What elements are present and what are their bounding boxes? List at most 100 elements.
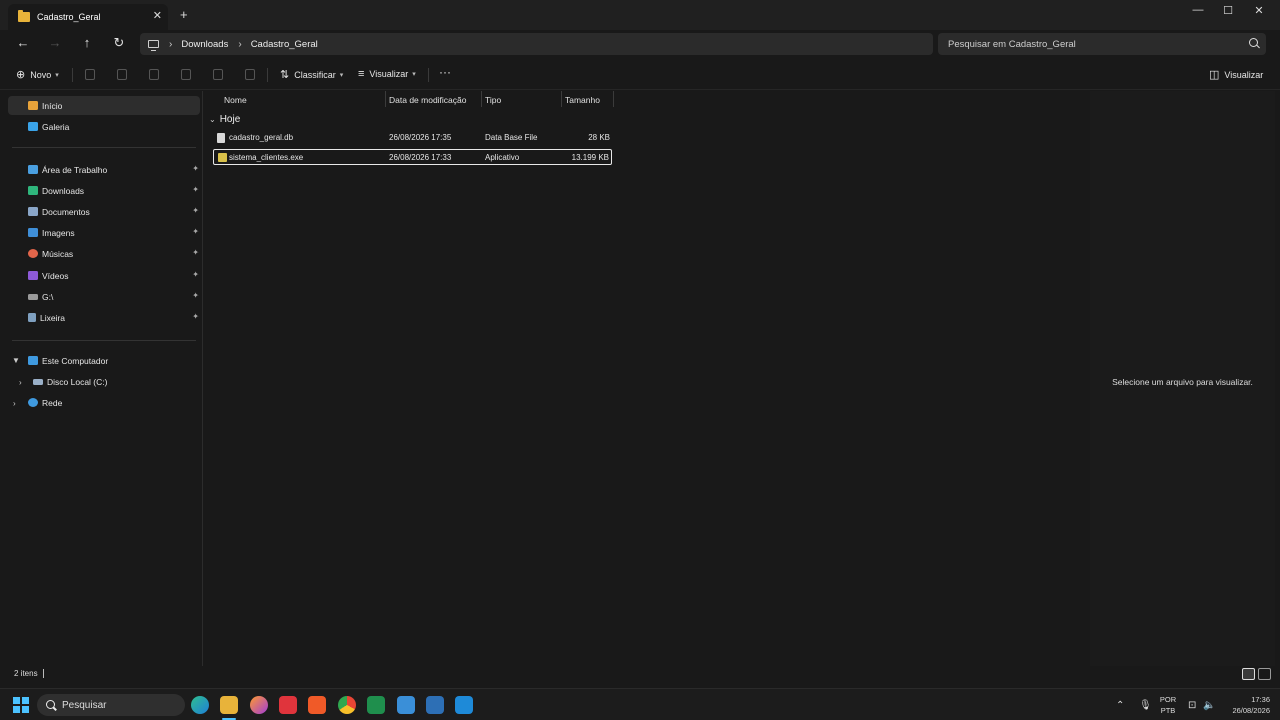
table-row[interactable]: sistema_clientes.exe 26/08/2026 17:33 Ap…	[213, 149, 612, 165]
forward-button[interactable]: →	[45, 35, 65, 50]
breadcrumb-separator-icon: ›	[238, 38, 242, 50]
sidebar-item-este-computador[interactable]: Este Computador	[8, 351, 200, 370]
sort-icon: ⇅	[280, 69, 290, 81]
sidebar-divider	[12, 340, 196, 341]
search-input[interactable]: Pesquisar em Cadastro_Geral	[938, 33, 1266, 55]
local-disk-icon	[33, 378, 43, 385]
vscode-icon[interactable]	[455, 696, 473, 714]
sidebar-item-label: Downloads	[42, 185, 85, 196]
breadcrumb-cadastro-geral[interactable]: Cadastro_Geral	[251, 39, 318, 50]
clock-time[interactable]: 17:36	[1222, 695, 1270, 704]
divider	[428, 68, 429, 82]
search-icon	[1249, 38, 1258, 47]
rename-icon[interactable]	[181, 69, 191, 80]
refresh-button[interactable]: ↻	[109, 35, 129, 51]
network-icon	[28, 398, 38, 407]
details-view-icon[interactable]	[1242, 668, 1255, 680]
item-count: 2 itens	[14, 669, 38, 678]
file-explorer-icon[interactable]	[220, 696, 238, 714]
view-lines-icon: ≡	[358, 68, 365, 80]
firefox-icon[interactable]	[250, 696, 268, 714]
share-icon[interactable]	[213, 69, 223, 80]
view-button[interactable]: ≡ Visualizar ▾	[358, 68, 416, 80]
title-bar: Cadastro_Geral ✕ + — ☐ ✕	[0, 0, 1280, 30]
column-divider[interactable]	[385, 91, 386, 107]
sidebar-item-area-de-trabalho[interactable]: Área de Trabalho ✦	[8, 160, 200, 179]
address-bar[interactable]: › Downloads › Cadastro_Geral	[140, 33, 933, 55]
language-bottom[interactable]: PTB	[1156, 706, 1180, 715]
gallery-icon	[28, 122, 38, 131]
preview-pane-label: Visualizar	[1224, 69, 1264, 80]
pin-icon: ✦	[192, 227, 199, 236]
taskbar-search-label: Pesquisar	[62, 699, 107, 711]
powershell-icon[interactable]	[426, 696, 444, 714]
vivaldi-icon[interactable]	[279, 696, 297, 714]
divider	[72, 68, 73, 82]
downloads-icon	[28, 186, 38, 195]
navigation-pane: Início Galeria Área de Trabalho ✦ Downlo…	[0, 91, 203, 666]
taskbar-search[interactable]: Pesquisar	[37, 694, 185, 716]
pictures-icon	[28, 228, 38, 237]
column-header-data[interactable]: Data de modificação	[389, 95, 467, 105]
brave-icon[interactable]	[308, 696, 326, 714]
chevron-up-icon[interactable]: ⌃	[1116, 700, 1124, 711]
start-button[interactable]	[13, 697, 29, 713]
column-divider[interactable]	[613, 91, 614, 107]
sidebar-item-imagens[interactable]: Imagens ✦	[8, 223, 200, 242]
more-options-button[interactable]: ···	[439, 65, 451, 79]
sidebar-item-rede[interactable]: Rede	[8, 393, 200, 412]
new-button[interactable]: ⊕ Novo ▾	[16, 68, 59, 81]
up-button[interactable]: ↑	[77, 35, 97, 50]
new-tab-button[interactable]: +	[180, 7, 188, 22]
sidebar-item-videos[interactable]: Vídeos ✦	[8, 266, 200, 285]
monitor-icon	[148, 40, 159, 51]
preview-message: Selecione um arquivo para visualizar.	[1112, 377, 1253, 387]
sidebar-item-lixeira[interactable]: Lixeira ✦	[8, 308, 200, 327]
column-header-tamanho[interactable]: Tamanho	[565, 95, 600, 105]
notepad-icon[interactable]	[397, 696, 415, 714]
tab-close-button[interactable]: ✕	[153, 9, 162, 22]
sidebar-item-galeria[interactable]: Galeria	[8, 117, 200, 136]
network-status-icon[interactable]: ⊡	[1188, 700, 1196, 711]
tab-cadastro-geral[interactable]: Cadastro_Geral ✕	[8, 4, 168, 30]
chrome-icon[interactable]	[338, 696, 356, 714]
group-header-hoje[interactable]: ⌄ Hoje	[209, 114, 240, 125]
sidebar-item-downloads[interactable]: Downloads ✦	[8, 181, 200, 200]
sidebar-item-documentos[interactable]: Documentos ✦	[8, 202, 200, 221]
close-window-button[interactable]: ✕	[1244, 4, 1274, 17]
sidebar-item-drive-g[interactable]: G:\ ✦	[8, 287, 200, 306]
clock-date[interactable]: 26/08/2026	[1222, 706, 1270, 715]
cut-icon[interactable]	[85, 69, 95, 80]
breadcrumb-downloads[interactable]: Downloads	[181, 39, 228, 50]
delete-icon[interactable]	[245, 69, 255, 80]
paste-icon[interactable]	[149, 69, 159, 80]
edge-icon[interactable]	[191, 696, 209, 714]
excel-icon[interactable]	[367, 696, 385, 714]
column-header-tipo[interactable]: Tipo	[485, 95, 501, 105]
column-header-nome[interactable]: Nome	[224, 95, 247, 105]
file-size: 13.199 KB	[571, 153, 609, 162]
language-top[interactable]: POR	[1156, 695, 1180, 704]
maximize-button[interactable]: ☐	[1213, 4, 1243, 17]
sidebar-item-musicas[interactable]: Músicas ✦	[8, 244, 200, 263]
back-button[interactable]: ←	[13, 35, 33, 50]
preview-pane-button[interactable]: ◫ Visualizar	[1209, 68, 1263, 81]
sidebar-item-inicio[interactable]: Início	[8, 96, 200, 115]
sidebar-item-disco-local[interactable]: Disco Local (C:)	[8, 372, 200, 391]
copy-icon[interactable]	[117, 69, 127, 80]
minimize-button[interactable]: —	[1183, 4, 1213, 16]
table-row[interactable]: cadastro_geral.db 26/08/2026 17:35 Data …	[213, 130, 612, 146]
volume-icon[interactable]: 🔈	[1203, 700, 1215, 711]
pin-icon: ✦	[192, 164, 199, 173]
tiles-view-icon[interactable]	[1258, 668, 1271, 680]
sidebar-item-label: G:\	[42, 291, 54, 302]
column-divider[interactable]	[481, 91, 482, 107]
file-list: Nome Data de modificação Tipo Tamanho ⌄ …	[204, 91, 1089, 666]
sidebar-item-label: Rede	[42, 397, 63, 408]
chevron-down-icon: ▾	[339, 71, 344, 79]
divider	[267, 68, 268, 82]
microphone-icon[interactable]: 🎙	[1139, 700, 1152, 711]
new-label: Novo	[30, 69, 52, 80]
column-divider[interactable]	[561, 91, 562, 107]
sort-button[interactable]: ⇅ Classificar ▾	[280, 68, 343, 81]
